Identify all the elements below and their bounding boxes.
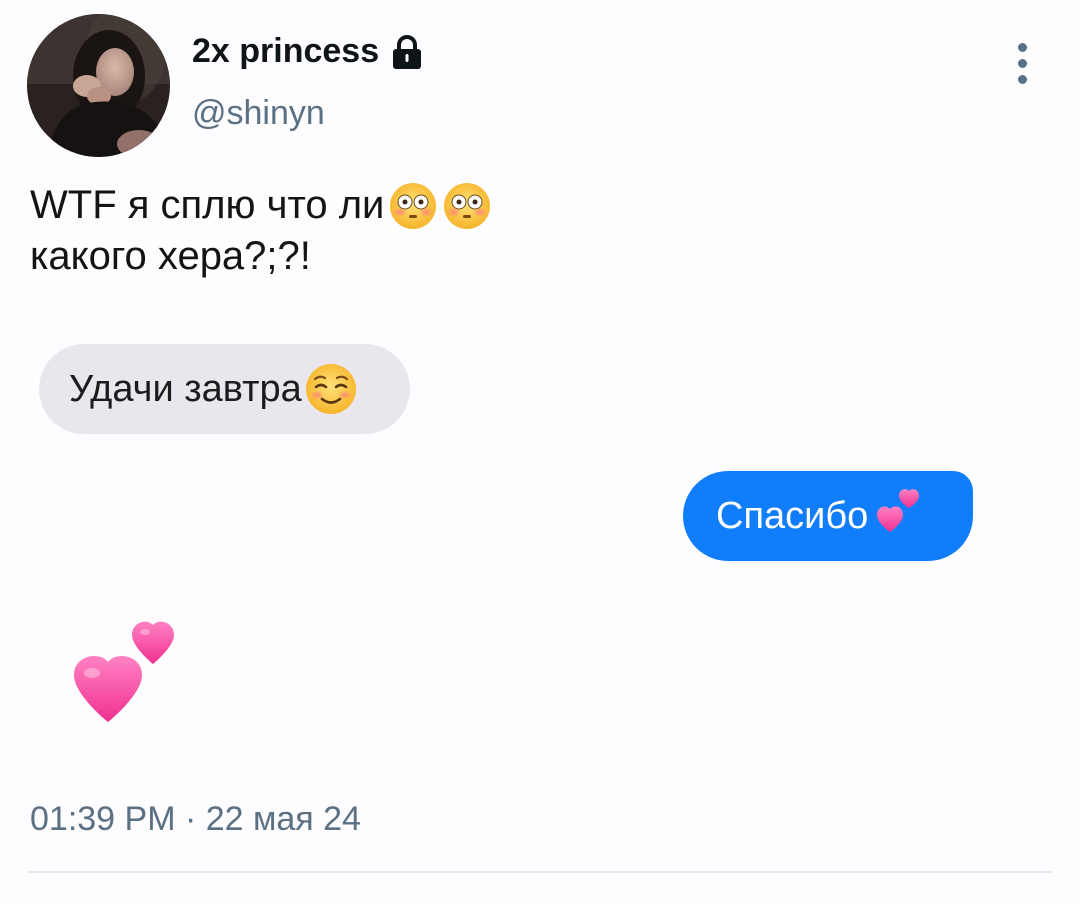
tweet-line-2: какого хера?;?!: [30, 231, 492, 282]
flushed-face-emoji: [388, 181, 438, 231]
menu-dot: [1017, 74, 1027, 84]
more-vertical-icon[interactable]: [996, 38, 1048, 88]
message-text: Спасибо: [716, 494, 869, 537]
avatar[interactable]: [27, 14, 170, 157]
two-hearts-emoji: [70, 618, 180, 726]
message-bubble-incoming: Удачи завтра: [39, 344, 410, 434]
divider: [27, 871, 1053, 873]
tweet-line-2-text: какого хера?;?!: [30, 234, 311, 278]
tweet-timestamp[interactable]: 01:39 PM · 22 мая 24: [30, 800, 361, 839]
author-display-name[interactable]: 2x princess: [192, 32, 426, 71]
author-handle[interactable]: @shinyn: [192, 94, 325, 133]
lock-icon: [388, 34, 426, 70]
two-hearts-emoji: [872, 485, 928, 541]
menu-dot: [1017, 58, 1027, 68]
message-bubble-outgoing: Спасибо: [683, 471, 973, 561]
tweet-line-1: WTF я сплю что ли: [30, 180, 492, 231]
menu-dot: [1017, 42, 1027, 52]
tweet-line-1-text: WTF я сплю что ли: [30, 183, 385, 227]
tweet-text: WTF я сплю что ли какого хера?;?!: [30, 180, 492, 282]
flushed-face-emoji: [442, 181, 492, 231]
display-name-text: 2x princess: [192, 32, 380, 70]
relieved-face-emoji: [304, 362, 358, 416]
message-text: Удачи завтра: [69, 367, 302, 410]
